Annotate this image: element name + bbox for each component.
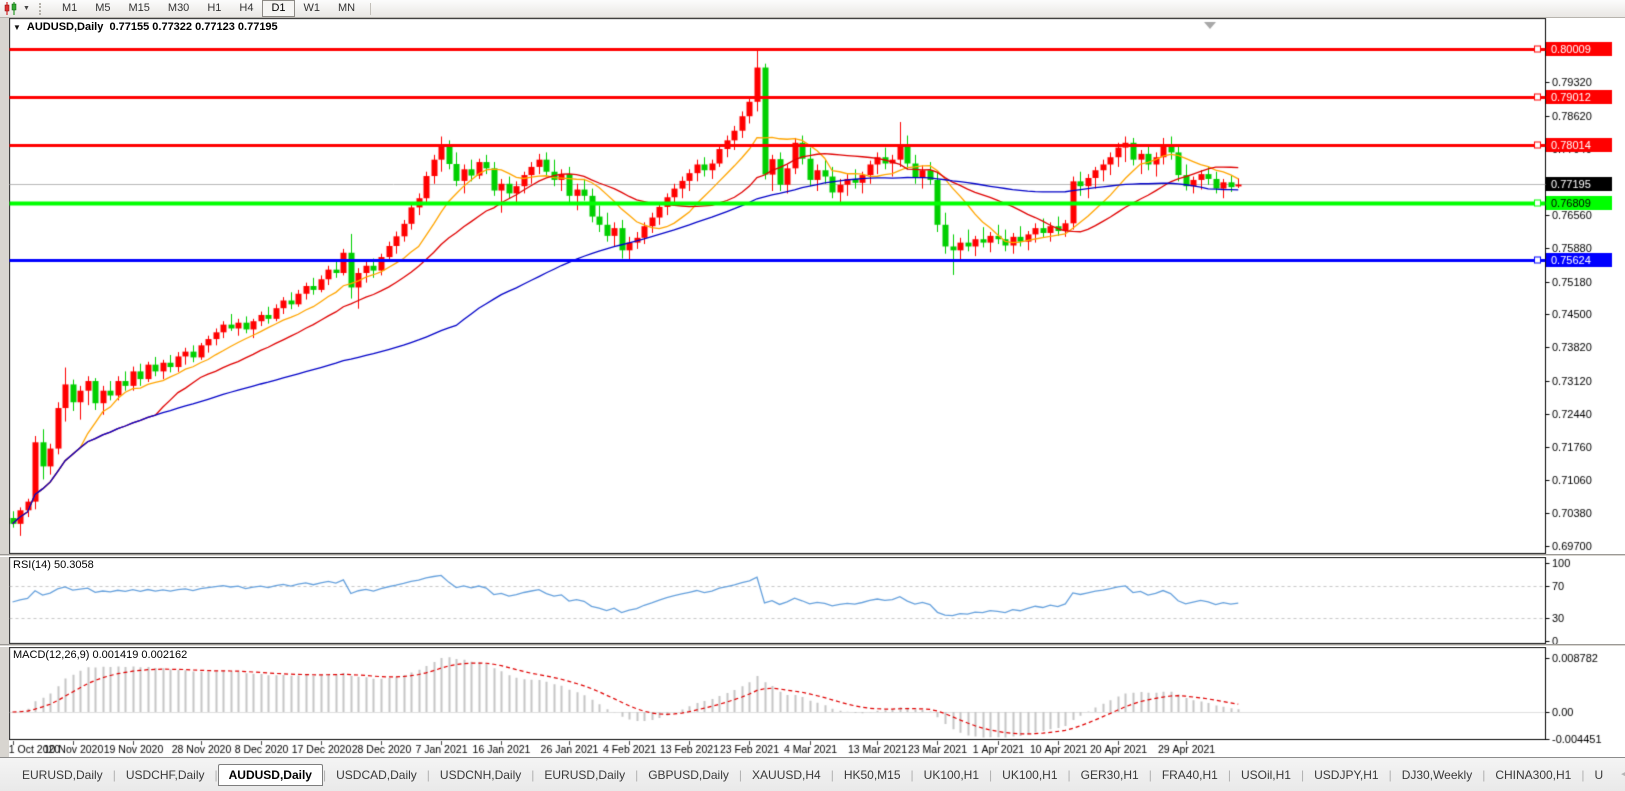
timeframe-toolbar: ▼ M1M5M15M30H1H4D1W1MN bbox=[0, 0, 1625, 18]
chart-tabbar: EURUSD,Daily|USDCHF,Daily|AUDUSD,Daily|U… bbox=[0, 757, 1625, 791]
chart-tab-dj30-weekly[interactable]: DJ30,Weekly bbox=[1392, 765, 1482, 785]
chart-symbol-label: AUDUSD,Daily bbox=[27, 21, 103, 33]
chart-type-dropdown-icon[interactable]: ▼ bbox=[20, 5, 33, 12]
timeframe-button-h1[interactable]: H1 bbox=[198, 0, 230, 17]
chart-tabs: EURUSD,Daily|USDCHF,Daily|AUDUSD,Daily|U… bbox=[12, 764, 1613, 786]
chart-tab-usdcad-daily[interactable]: USDCAD,Daily bbox=[326, 765, 427, 785]
price-chart-canvas[interactable] bbox=[0, 0, 1625, 791]
timeframe-button-m30[interactable]: M30 bbox=[159, 0, 198, 17]
timeframe-button-w1[interactable]: W1 bbox=[295, 0, 330, 17]
candlestick-chart-icon[interactable] bbox=[3, 2, 18, 15]
timeframe-button-m1[interactable]: M1 bbox=[53, 0, 86, 17]
toolbar-separator bbox=[370, 3, 371, 15]
chart-tab-usdchf-daily[interactable]: USDCHF,Daily bbox=[116, 765, 215, 785]
chart-tab-xauusd-h4[interactable]: XAUUSD,H4 bbox=[742, 765, 831, 785]
main-rsi-splitter[interactable] bbox=[0, 554, 1625, 557]
chart-tab-china300-h1[interactable]: CHINA300,H1 bbox=[1485, 765, 1581, 785]
chart-ohlc-values: 0.77155 0.77322 0.77123 0.77195 bbox=[109, 21, 277, 33]
timeframe-button-d1[interactable]: D1 bbox=[262, 0, 294, 17]
tab-scroll-arrows: ◄ ► bbox=[1613, 769, 1625, 780]
toolbar-grip[interactable] bbox=[39, 3, 46, 15]
chart-tab-usdcnh-daily[interactable]: USDCNH,Daily bbox=[430, 765, 531, 785]
timeframe-button-h4[interactable]: H4 bbox=[230, 0, 262, 17]
chart-tab-u[interactable]: U bbox=[1584, 765, 1613, 785]
timeframe-buttons: M1M5M15M30H1H4D1W1MN bbox=[53, 0, 364, 17]
tab-scroll-left-icon[interactable]: ◄ bbox=[1619, 769, 1625, 780]
chart-tab-audusd-daily[interactable]: AUDUSD,Daily bbox=[218, 764, 323, 786]
chart-tab-hk50-m15[interactable]: HK50,M15 bbox=[834, 765, 911, 785]
chart-title: ▼ AUDUSD,Daily 0.77155 0.77322 0.77123 0.… bbox=[13, 21, 278, 33]
timeframe-button-mn[interactable]: MN bbox=[329, 0, 364, 17]
rsi-indicator-label: RSI(14) 50.3058 bbox=[13, 559, 94, 571]
chart-tab-ger30-h1[interactable]: GER30,H1 bbox=[1071, 765, 1149, 785]
timeframe-button-m5[interactable]: M5 bbox=[86, 0, 119, 17]
chart-tab-gbpusd-daily[interactable]: GBPUSD,Daily bbox=[638, 765, 739, 785]
chart-tab-eurusd-daily[interactable]: EURUSD,Daily bbox=[12, 765, 113, 785]
symbol-dropdown-icon[interactable]: ▼ bbox=[13, 23, 21, 32]
rsi-macd-splitter[interactable] bbox=[0, 644, 1625, 647]
chart-tab-usoil-h1[interactable]: USOil,H1 bbox=[1231, 765, 1301, 785]
chart-tab-usdjpy-h1[interactable]: USDJPY,H1 bbox=[1304, 765, 1388, 785]
timeframe-button-m15[interactable]: M15 bbox=[120, 0, 159, 17]
chart-tab-uk100-h1[interactable]: UK100,H1 bbox=[914, 765, 989, 785]
macd-indicator-label: MACD(12,26,9) 0.001419 0.002162 bbox=[13, 649, 187, 661]
chart-tab-fra40-h1[interactable]: FRA40,H1 bbox=[1152, 765, 1228, 785]
chart-tab-uk100-h1[interactable]: UK100,H1 bbox=[992, 765, 1067, 785]
chart-tab-eurusd-daily[interactable]: EURUSD,Daily bbox=[534, 765, 635, 785]
